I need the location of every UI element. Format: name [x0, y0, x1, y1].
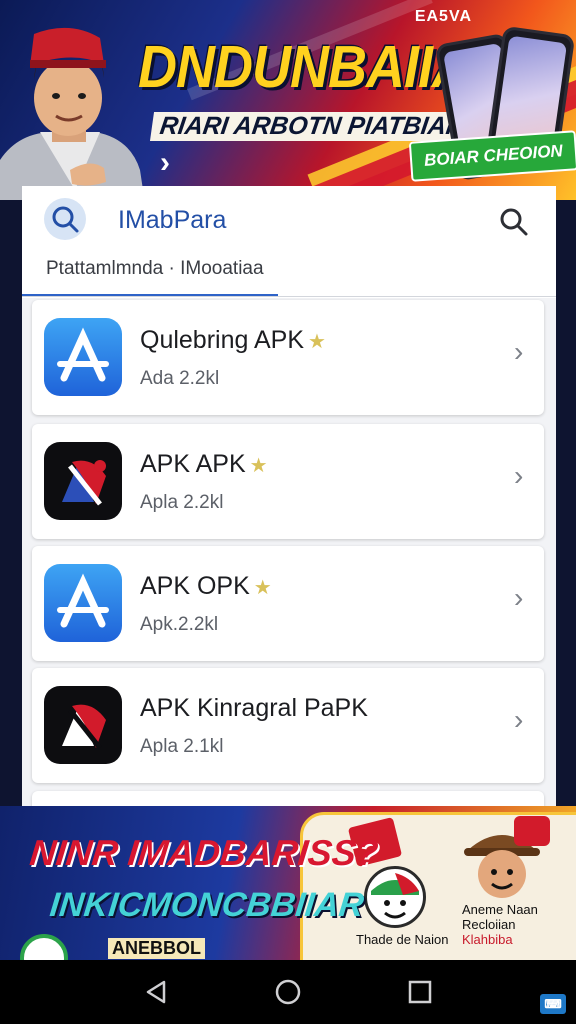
bottom-banner-small-text: ANEBBOL [108, 938, 205, 959]
app-list-item[interactable]: APK Kinragral PaPK Apla 2.1kl › [32, 668, 544, 783]
app-store-icon [44, 318, 122, 396]
app-name: APK OPK ★ [140, 572, 272, 600]
app-store-icon [44, 564, 122, 642]
banner-corner-tag: EA5VA [414, 8, 472, 25]
app-meta: Ada 2.2kl [140, 368, 220, 389]
app-meta: Apla 2.2kl [140, 492, 224, 513]
navigation-bar [0, 960, 576, 1024]
search-title: IMabPara [118, 206, 227, 234]
app-meta: Apk.2.2kl [140, 614, 219, 635]
app-list-item[interactable]: APK APK ★ Apla 2.2kl › [32, 424, 544, 539]
search-icon[interactable] [44, 198, 86, 240]
star-icon: ★ [253, 577, 272, 599]
bottom-banner-subline: INKICMONCBBIIAR [48, 886, 366, 924]
star-icon: ★ [308, 331, 326, 353]
app-list-panel: IMabPara Ptattamlmnda · IMooatiaa Qulebr… [22, 186, 556, 810]
search-header: IMabPara Ptattamlmnda · IMooatiaa [22, 186, 556, 298]
mascot-illustration [0, 27, 145, 200]
chevron-right-icon: › [514, 704, 524, 735]
app-meta: Apla 2.1kl [140, 736, 224, 757]
apk-dark-icon [44, 442, 122, 520]
app-list-item[interactable]: Qulebring APK ★ Ada 2.2kl › [32, 300, 544, 415]
recent-apps-icon[interactable] [404, 976, 436, 1008]
apk-dark-icon [44, 686, 122, 764]
banner-title: DNDUNBAIIA [138, 33, 471, 100]
banner-caption: Thade de Naion [356, 932, 449, 947]
bottom-banner-headline: NINR IMADBARISS? [27, 832, 381, 873]
mascot-face-icon [364, 866, 426, 928]
chevron-right-icon: › [514, 336, 524, 367]
keyboard-icon[interactable]: ⌨ [540, 994, 566, 1014]
star-icon: ★ [249, 455, 268, 477]
top-banner[interactable]: EA5VA DNDUNBAIIA RIARI ARBOTN PIATBIAHUI… [0, 0, 576, 200]
app-name: APK Kinragral PaPK [140, 694, 368, 722]
divider [22, 296, 556, 297]
category-tab-label[interactable]: Ptattamlmnda · IMooatiaa [46, 258, 264, 280]
app-name: Qulebring APK ★ [140, 326, 326, 354]
badge-icon [514, 816, 550, 846]
home-icon[interactable] [272, 976, 304, 1008]
banner-caption: Aneme Naan Recloiian Klahbiba [462, 902, 538, 947]
back-icon[interactable] [140, 976, 172, 1008]
app-name: APK APK ★ [140, 450, 268, 478]
app-list-item[interactable]: APK OPK ★ Apk.2.2kl › [32, 546, 544, 661]
badge-icon [20, 934, 68, 960]
chevron-right-icon: › [514, 460, 524, 491]
banner-next-icon[interactable]: › [150, 148, 180, 178]
search-button-icon[interactable] [498, 206, 530, 238]
chevron-right-icon: › [514, 582, 524, 613]
